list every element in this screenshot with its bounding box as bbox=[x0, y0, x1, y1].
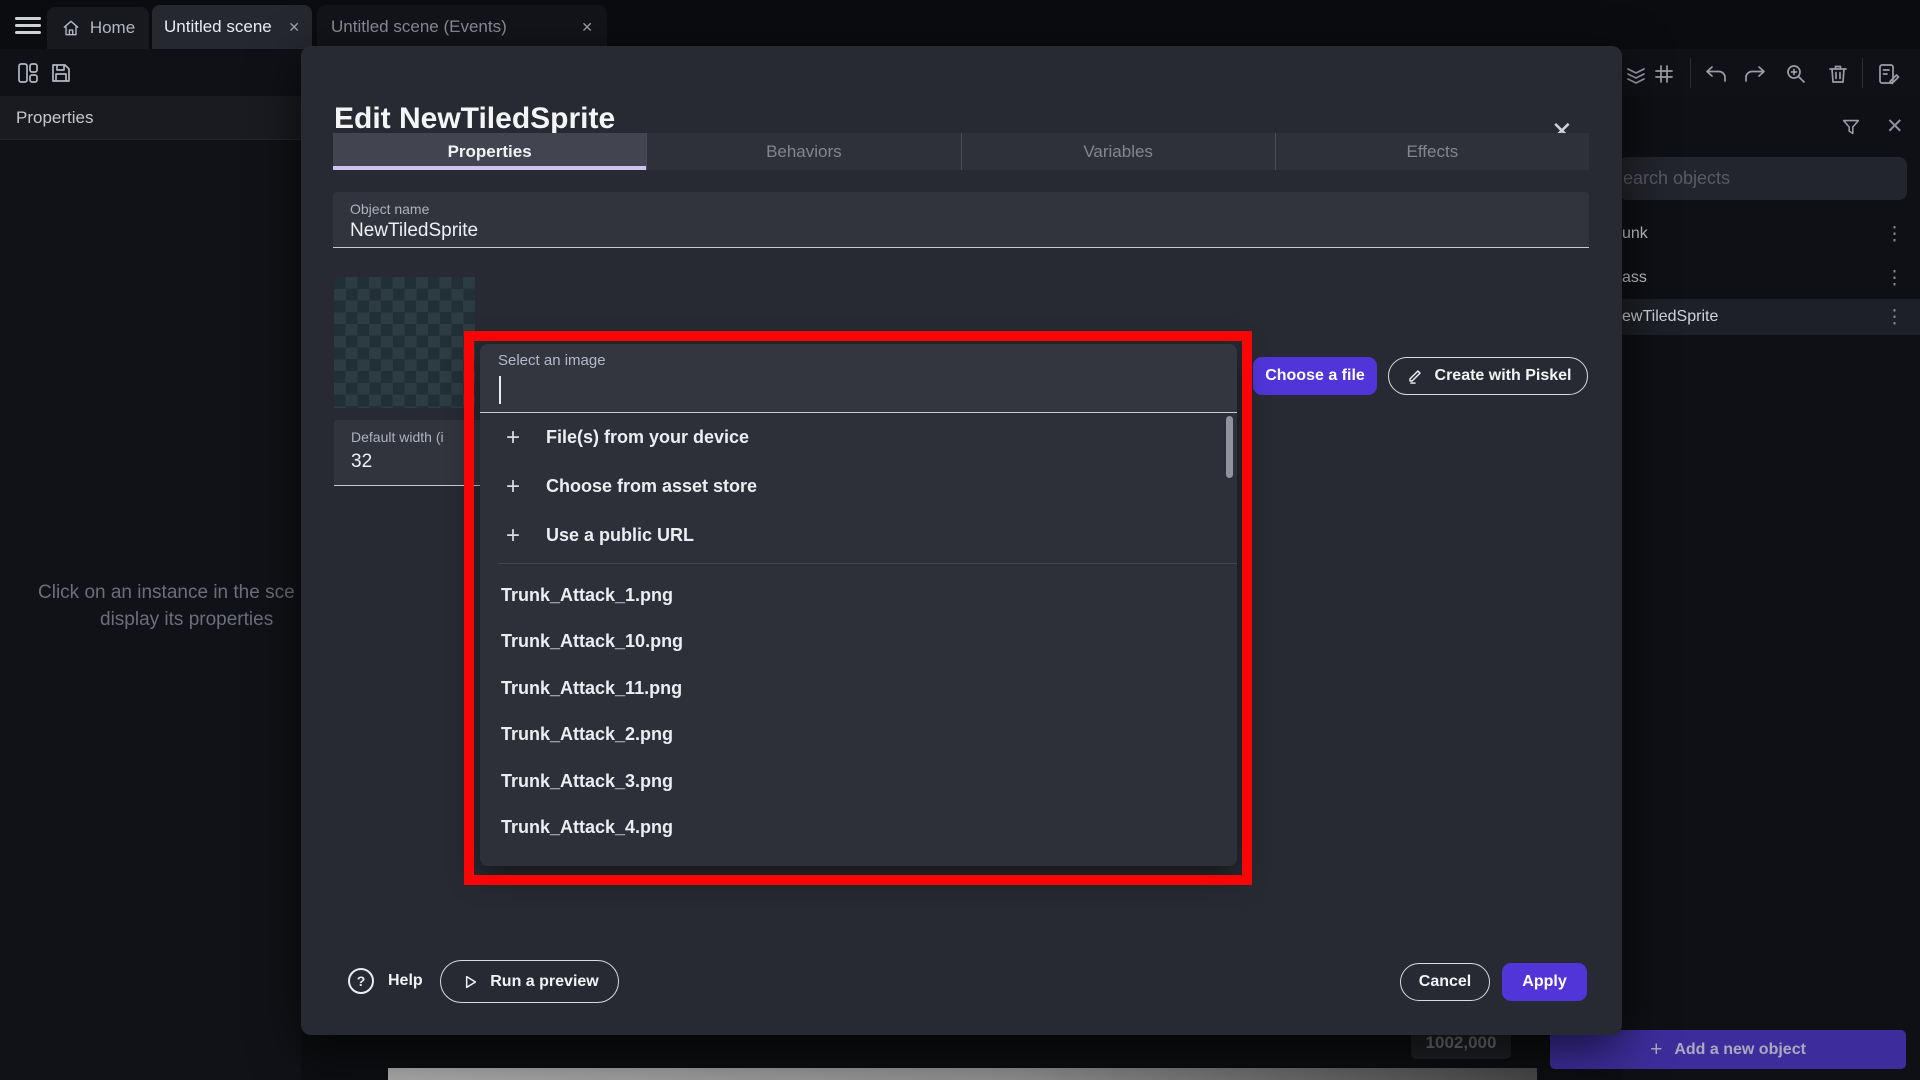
hamburger-menu-icon[interactable] bbox=[15, 13, 41, 38]
panels-layout-icon[interactable] bbox=[16, 61, 40, 85]
object-list-item[interactable]: unk ⋮ bbox=[1622, 212, 1920, 256]
kebab-menu-icon[interactable]: ⋮ bbox=[1885, 269, 1904, 288]
layers-icon[interactable] bbox=[1624, 62, 1648, 86]
tab-label: Untitled scene (Events) bbox=[331, 17, 507, 37]
properties-panel-header: Properties bbox=[0, 96, 301, 140]
close-tab-icon[interactable]: ✕ bbox=[288, 19, 300, 36]
image-name-input[interactable] bbox=[497, 372, 1201, 408]
close-tab-icon[interactable]: ✕ bbox=[581, 19, 593, 36]
field-label: Default width (i bbox=[351, 429, 444, 445]
search-objects-input[interactable] bbox=[1619, 157, 1907, 200]
trash-icon[interactable] bbox=[1826, 62, 1850, 86]
home-icon bbox=[61, 18, 81, 38]
close-panel-icon[interactable]: ✕ bbox=[1886, 114, 1904, 139]
save-icon[interactable] bbox=[49, 61, 73, 85]
file-option[interactable]: Trunk_Attack_2.png bbox=[501, 724, 673, 745]
dialog-tabs: Properties Behaviors Variables Effects bbox=[333, 133, 1589, 170]
play-icon bbox=[460, 972, 480, 992]
menu-item-files-from-device[interactable]: + File(s) from your device bbox=[480, 413, 1237, 462]
select-image-field[interactable]: Select an image bbox=[480, 344, 1237, 413]
tab-behaviors[interactable]: Behaviors bbox=[646, 133, 960, 170]
plus-icon: + bbox=[506, 524, 520, 548]
object-list-item[interactable]: ass ⋮ bbox=[1622, 256, 1920, 300]
grid-icon[interactable] bbox=[1652, 62, 1676, 86]
file-option[interactable]: Trunk_Attack_4.png bbox=[501, 817, 673, 838]
file-option[interactable]: Trunk_Attack_3.png bbox=[501, 771, 673, 792]
object-list-item-selected[interactable]: ewTiledSprite ⋮ bbox=[1622, 299, 1920, 335]
object-name: ass bbox=[1622, 269, 1647, 287]
menu-item-label: File(s) from your device bbox=[546, 427, 749, 448]
help-button[interactable]: ? Help bbox=[348, 968, 423, 994]
object-name: unk bbox=[1622, 225, 1648, 243]
image-options-list: + File(s) from your device + Choose from… bbox=[480, 413, 1237, 866]
image-preview-placeholder bbox=[334, 277, 475, 408]
zoom-in-icon[interactable] bbox=[1784, 62, 1808, 86]
tab-label: Home bbox=[90, 18, 135, 38]
gdevelop-app: Home Untitled scene ✕ Untitled scene (Ev… bbox=[0, 0, 1920, 1080]
run-a-preview-button[interactable]: Run a preview bbox=[440, 960, 619, 1003]
button-label: Cancel bbox=[1419, 973, 1471, 991]
tab-label: Untitled scene bbox=[164, 17, 272, 37]
scene-canvas-edge bbox=[388, 1068, 1537, 1080]
button-label: Apply bbox=[1522, 973, 1566, 991]
kebab-menu-icon[interactable]: ⋮ bbox=[1885, 308, 1904, 327]
dropdown-scrollbar[interactable] bbox=[1226, 416, 1233, 478]
instance-hint-line2: display its properties bbox=[100, 609, 273, 631]
filter-icon[interactable] bbox=[1840, 116, 1862, 138]
plus-icon: + bbox=[506, 426, 520, 450]
tab-variables[interactable]: Variables bbox=[961, 133, 1275, 170]
help-icon: ? bbox=[348, 968, 374, 994]
instance-hint-line1: Click on an instance in the sce bbox=[38, 582, 295, 604]
tab-home[interactable]: Home bbox=[47, 7, 149, 49]
menu-divider bbox=[498, 563, 1237, 564]
field-label: Object name bbox=[350, 201, 429, 217]
panel-title: Properties bbox=[16, 108, 93, 128]
tab-untitled-scene[interactable]: Untitled scene ✕ bbox=[152, 5, 312, 49]
events-sheet-icon[interactable] bbox=[1876, 62, 1902, 86]
file-option[interactable]: Trunk_Attack_10.png bbox=[501, 631, 683, 652]
add-object-label: Add a new object bbox=[1674, 1041, 1806, 1059]
dialog-title: Edit NewTiledSprite bbox=[334, 102, 615, 136]
object-name-field[interactable]: Object name NewTiledSprite bbox=[333, 192, 1589, 248]
toolbar-divider bbox=[1862, 58, 1863, 88]
text-cursor bbox=[499, 376, 501, 404]
menu-item-use-public-url[interactable]: + Use a public URL bbox=[480, 511, 1237, 560]
tab-effects[interactable]: Effects bbox=[1275, 133, 1589, 170]
file-option[interactable]: Trunk_Attack_11.png bbox=[501, 678, 682, 699]
add-new-object-button[interactable]: + Add a new object bbox=[1550, 1030, 1906, 1069]
help-label: Help bbox=[388, 972, 423, 990]
field-value: 32 bbox=[351, 451, 372, 473]
pencil-icon bbox=[1405, 366, 1425, 386]
undo-icon[interactable] bbox=[1703, 62, 1729, 86]
plus-icon: + bbox=[506, 475, 520, 499]
file-option[interactable]: Trunk_Attack_1.png bbox=[501, 585, 673, 606]
menu-item-choose-from-asset-store[interactable]: + Choose from asset store bbox=[480, 462, 1237, 511]
top-tab-bar: Home Untitled scene ✕ Untitled scene (Ev… bbox=[0, 0, 1920, 49]
tab-properties[interactable]: Properties bbox=[333, 133, 646, 170]
button-label: Run a preview bbox=[490, 973, 598, 991]
tab-untitled-scene-events[interactable]: Untitled scene (Events) ✕ bbox=[317, 5, 607, 49]
select-image-dropdown: Select an image + File(s) from your devi… bbox=[480, 344, 1237, 866]
menu-item-label: Use a public URL bbox=[546, 525, 694, 546]
button-label: Choose a file bbox=[1265, 367, 1365, 385]
field-label: Select an image bbox=[498, 352, 606, 369]
toolbar-divider bbox=[1690, 58, 1691, 88]
choose-a-file-button[interactable]: Choose a file bbox=[1253, 357, 1377, 395]
kebab-menu-icon[interactable]: ⋮ bbox=[1885, 225, 1904, 244]
create-with-piskel-button[interactable]: Create with Piskel bbox=[1388, 357, 1588, 395]
cancel-button[interactable]: Cancel bbox=[1400, 963, 1490, 1001]
properties-panel: Properties Click on an instance in the s… bbox=[0, 96, 301, 1080]
button-label: Create with Piskel bbox=[1435, 367, 1572, 385]
plus-icon: + bbox=[1650, 1038, 1662, 1062]
field-value: NewTiledSprite bbox=[350, 220, 478, 242]
apply-button[interactable]: Apply bbox=[1502, 963, 1587, 1001]
menu-item-label: Choose from asset store bbox=[546, 476, 757, 497]
object-name: ewTiledSprite bbox=[1622, 308, 1718, 326]
redo-icon[interactable] bbox=[1742, 62, 1768, 86]
